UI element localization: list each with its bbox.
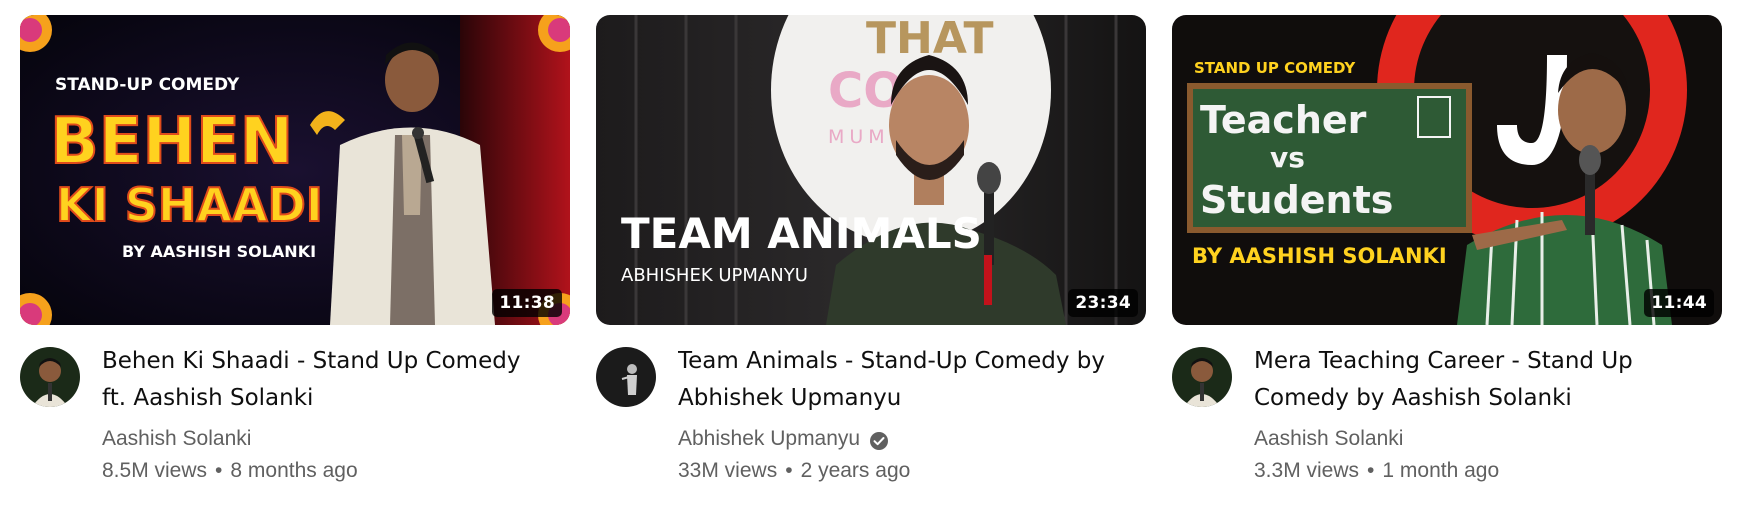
view-count: 33M views [678,459,778,482]
thumbnail-text: STAND UP COMEDY [1194,59,1356,77]
video-thumbnail[interactable]: THAT CO MUMB TEAM ANIMALS ABHISHEK UPMAN… [596,15,1146,325]
avatar-image [20,347,80,407]
video-card[interactable]: STAND UP COMEDY Teacher vs Students BY A… [1172,15,1722,487]
video-meta: Team Animals - Stand-Up Comedy by Abhish… [596,343,1146,487]
video-stats: 33M views • 2 years ago [678,455,1146,487]
duration-badge: 11:44 [1644,289,1714,317]
view-count: 8.5M views [102,459,208,482]
channel-name-row: Abhishek Upmanyu [678,423,1146,455]
video-card[interactable]: THAT CO MUMB TEAM ANIMALS ABHISHEK UPMAN… [596,15,1146,487]
channel-name[interactable]: Aashish Solanki [102,423,251,455]
video-title[interactable]: Mera Teaching Career - Stand Up Comedy b… [1254,343,1722,417]
video-title[interactable]: Team Animals - Stand-Up Comedy by Abhish… [678,343,1146,417]
channel-name[interactable]: Abhishek Upmanyu [678,423,860,455]
thumbnail-text: Teacher [1200,98,1367,142]
video-meta: Mera Teaching Career - Stand Up Comedy b… [1172,343,1722,487]
duration-badge: 11:38 [492,289,562,317]
channel-name-row: Aashish Solanki [102,423,570,455]
video-stats: 3.3M views • 1 month ago [1254,455,1722,487]
channel-avatar[interactable] [20,347,80,407]
upload-age: 2 years ago [800,459,911,482]
thumbnail-text: STAND-UP COMEDY [55,75,240,95]
duration-badge: 23:34 [1068,289,1138,317]
video-thumbnail[interactable]: STAND-UP COMEDY BEHEN KI SHAADI BY AASHI… [20,15,570,325]
thumbnail-image: STAND UP COMEDY Teacher vs Students BY A… [1172,15,1722,325]
avatar-image [1172,347,1232,407]
thumbnail-text: BEHEN [50,105,293,179]
separator-dot: • [785,459,793,482]
video-title[interactable]: Behen Ki Shaadi - Stand Up Comedy ft. Aa… [102,343,570,417]
channel-avatar[interactable] [1172,347,1232,407]
thumbnail-text: ABHISHEK UPMANYU [621,265,808,286]
thumbnail-text: Students [1200,178,1393,222]
video-stats: 8.5M views • 8 months ago [102,455,570,487]
video-meta: Behen Ki Shaadi - Stand Up Comedy ft. Aa… [20,343,570,487]
thumbnail-text: BY AASHISH SOLANKI [122,242,316,261]
thumbnail-image: THAT CO MUMB TEAM ANIMALS ABHISHEK UPMAN… [596,15,1146,325]
thumbnail-text: vs [1270,141,1305,174]
video-card[interactable]: STAND-UP COMEDY BEHEN KI SHAADI BY AASHI… [20,15,570,487]
thumbnail-text: BY AASHISH SOLANKI [1192,244,1447,268]
avatar-image [596,347,656,407]
thumbnail-image: STAND-UP COMEDY BEHEN KI SHAADI BY AASHI… [20,15,570,325]
upload-age: 1 month ago [1382,459,1500,482]
verified-check-icon [869,429,889,450]
channel-avatar[interactable] [596,347,656,407]
thumbnail-text: TEAM ANIMALS [621,209,982,258]
separator-dot: • [1367,459,1375,482]
thumbnail-text: KI SHAADI [56,178,323,232]
separator-dot: • [215,459,223,482]
video-grid: STAND-UP COMEDY BEHEN KI SHAADI BY AASHI… [0,0,1747,517]
view-count: 3.3M views [1254,459,1360,482]
video-thumbnail[interactable]: STAND UP COMEDY Teacher vs Students BY A… [1172,15,1722,325]
channel-name[interactable]: Aashish Solanki [1254,423,1403,455]
channel-name-row: Aashish Solanki [1254,423,1722,455]
upload-age: 8 months ago [230,459,358,482]
